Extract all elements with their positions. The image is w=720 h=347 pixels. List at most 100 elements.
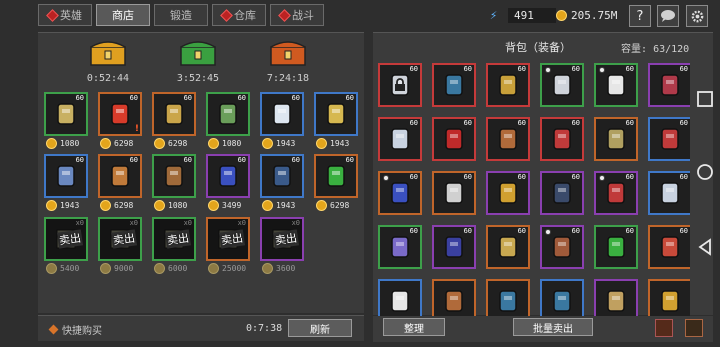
gold-coin-icon (100, 138, 111, 149)
tab-warehouse[interactable]: 仓库 (212, 4, 266, 26)
chat-button[interactable] (657, 5, 679, 27)
bag-footer: 整理 批量卖出 (373, 316, 713, 342)
settings-button[interactable] (686, 5, 708, 27)
chest-icon[interactable] (88, 39, 128, 67)
bag-item-slot[interactable] (594, 279, 638, 317)
shop-item-slot[interactable]: 60! (98, 92, 142, 136)
item-price: 1943 (262, 200, 312, 211)
item-price: 1943 (316, 138, 366, 149)
warehouse-icon (220, 8, 233, 22)
boots-filter-icon[interactable] (685, 319, 703, 337)
bag-item-slot[interactable]: 60 (540, 225, 584, 269)
bag-header: 背包（装备） 容量: 63/120 (373, 33, 713, 59)
bag-item-slot[interactable]: 60 (486, 225, 530, 269)
bag-item-slot[interactable]: 60 (432, 117, 476, 161)
shop-item-slot[interactable]: 60 (152, 92, 196, 136)
gold-coin-icon (262, 138, 273, 149)
bag-item-slot[interactable]: 60 (648, 63, 690, 107)
shop-item-slot[interactable]: 60 (314, 154, 358, 198)
shop-item-slot[interactable]: 60 (260, 154, 304, 198)
bag-item-slot[interactable]: 60 (378, 117, 422, 161)
bag-item-slot[interactable]: 60 (486, 117, 530, 161)
bag-item-slot[interactable]: 60 (594, 63, 638, 107)
tab-shop[interactable]: 商店 (96, 4, 150, 26)
equipment-icon (499, 74, 517, 96)
tab-forge[interactable]: 锻造 (154, 4, 208, 26)
bag-item-slot[interactable] (432, 279, 476, 317)
chest-icon[interactable] (178, 39, 218, 67)
bag-item-slot[interactable] (540, 279, 584, 317)
equipment-icon (499, 290, 517, 312)
bag-item-slot[interactable]: 60 (486, 171, 530, 215)
bag-item-slot[interactable]: 60 (594, 225, 638, 269)
sold-item-slot[interactable]: x0 卖出 (152, 217, 196, 261)
bag-item-slot[interactable]: 60 (378, 171, 422, 215)
shop-item-slot[interactable]: 60 (314, 92, 358, 136)
bag-item-slot[interactable]: 60 (540, 63, 584, 107)
new-alert-icon: ! (134, 124, 139, 134)
back-icon[interactable] (696, 238, 714, 256)
sold-item-slot[interactable]: x0 卖出 (98, 217, 142, 261)
equipment-icon (607, 74, 625, 96)
equipment-icon (445, 290, 463, 312)
bag-title: 背包（装备） (505, 41, 571, 54)
bag-item-slot[interactable]: 60 (432, 225, 476, 269)
quick-buy-toggle[interactable]: 快捷购买 (48, 322, 102, 337)
bag-item-slot[interactable]: 60 (594, 171, 638, 215)
sold-label: 卖出 (57, 229, 83, 249)
equipment-icon (499, 182, 517, 204)
bag-item-slot[interactable]: 60 (432, 171, 476, 215)
shop-item-slot[interactable]: 60 (44, 92, 88, 136)
shop-item-slot[interactable]: 60 (152, 154, 196, 198)
shop-item-slot[interactable]: 60 (206, 92, 250, 136)
item-price: 6298 (154, 138, 204, 149)
bag-item-slot[interactable] (486, 279, 530, 317)
equipment-icon (553, 182, 571, 204)
refresh-button[interactable]: 刷新 (288, 319, 352, 337)
equipment-icon (607, 236, 625, 258)
tab-battle[interactable]: 战斗 (270, 4, 324, 26)
organize-button[interactable]: 整理 (383, 318, 445, 336)
sold-item-slot[interactable]: x0 卖出 (260, 217, 304, 261)
bag-item-slot[interactable]: 60 (648, 117, 690, 161)
recent-apps-icon[interactable] (696, 90, 714, 108)
equipment-icon (111, 165, 129, 187)
bag-item-slot[interactable] (648, 279, 690, 317)
shop-item-slot[interactable]: 60 (260, 92, 304, 136)
gold-coin-icon (100, 200, 111, 211)
bag-item-slot[interactable]: 60 (432, 63, 476, 107)
bag-item-slot[interactable]: 60 (648, 225, 690, 269)
chest-icon[interactable] (268, 39, 308, 67)
sold-item-slot[interactable]: x0 卖出 (206, 217, 250, 261)
sold-label: 卖出 (165, 229, 191, 249)
equipment-icon (219, 165, 237, 187)
bag-item-slot[interactable]: 60 (540, 171, 584, 215)
battle-icon (278, 8, 291, 22)
armor-filter-icon[interactable] (655, 319, 673, 337)
item-price: 3499 (208, 200, 258, 211)
item-price: 6000 (154, 263, 204, 274)
equipment-icon (391, 290, 409, 312)
sold-item-slot[interactable]: x0 卖出 (44, 217, 88, 261)
bulk-sell-button[interactable]: 批量卖出 (513, 318, 593, 336)
home-icon[interactable] (696, 163, 714, 181)
equipment-icon (607, 290, 625, 312)
refresh-timer: 0:7:38 (246, 323, 283, 334)
item-price: 1080 (154, 200, 204, 211)
bag-item-slot[interactable]: 60 (378, 63, 422, 107)
bag-item-slot[interactable]: 60 (594, 117, 638, 161)
equipment-icon (273, 165, 291, 187)
shop-item-slot[interactable]: 60 (44, 154, 88, 198)
bag-item-slot[interactable]: 60 (648, 171, 690, 215)
bag-item-slot[interactable]: 60 (378, 225, 422, 269)
bag-item-slot[interactable]: 60 (540, 117, 584, 161)
shop-item-slot[interactable]: 60 (98, 154, 142, 198)
tab-hero[interactable]: 英雄 (38, 4, 92, 26)
shop-item-slot[interactable]: 60 (206, 154, 250, 198)
help-button[interactable]: ? (629, 5, 651, 27)
shop-panel: 0:52:44 3:52:45 7:24:18 60 1080 60! 6298 60 6298… (38, 32, 364, 313)
bag-item-slot[interactable] (378, 279, 422, 317)
equipment-icon (499, 236, 517, 258)
equipment-icon (391, 128, 409, 150)
bag-item-slot[interactable]: 60 (486, 63, 530, 107)
